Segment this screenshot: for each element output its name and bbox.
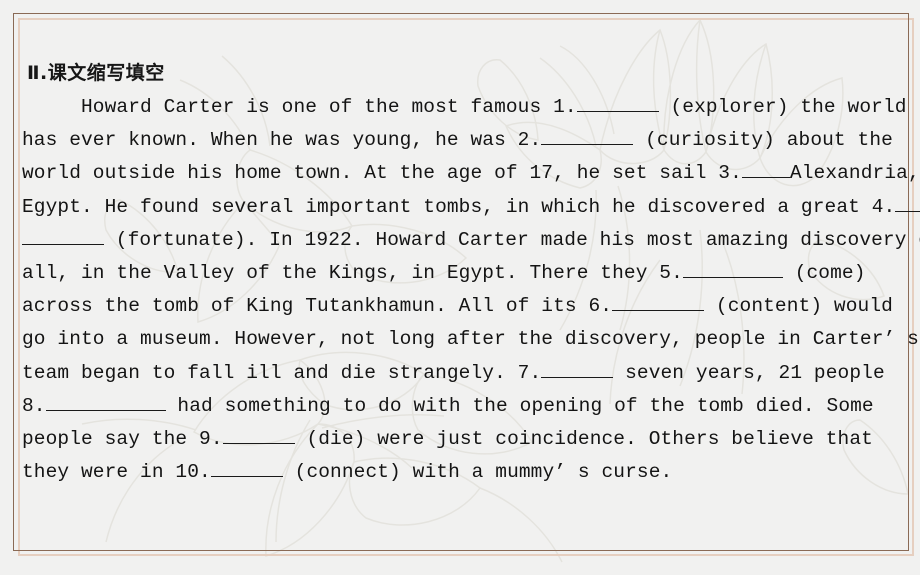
answer-blank[interactable] [612,292,705,312]
answer-blank[interactable] [541,359,614,378]
section-heading: Ⅱ.课文缩写填空 [27,62,165,84]
passage-text: (content) would [704,295,893,318]
passage-text: (die) were just coincidence. Others beli… [294,427,873,450]
passage-text: across the tomb of King Tutankhamun. All… [22,295,613,318]
cloze-passage: Howard Carter is one of the most famous … [22,91,920,489]
passage-text: team began to fall ill and die strangely… [22,361,542,384]
passage-text: (fortunate). In 1922. Howard Carter made… [104,228,920,251]
passage-line: (fortunate). In 1922. Howard Carter made… [22,224,920,257]
answer-blank[interactable] [45,392,166,411]
passage-line: world outside his home town. At the age … [22,157,920,190]
passage-text: people say the 9. [22,427,223,450]
answer-blank[interactable] [741,159,790,179]
passage-text: (curiosity) about the [633,129,893,152]
passage-line: 8. had something to do with the opening … [22,390,898,423]
passage-text: go into a museum. However, not long afte… [22,328,919,351]
answer-blank[interactable] [576,93,659,112]
passage-text: (connect) with a mummy’ s curse. [282,461,673,484]
passage-line: team began to fall ill and die strangely… [22,357,898,390]
passage-text: they were in 10. [22,461,211,484]
passage-text: (explorer) the world [658,96,907,118]
passage-text: has ever known. When he was young, he wa… [22,129,542,152]
answer-blank[interactable] [22,226,104,245]
passage-line: people say the 9. (die) were just coinci… [22,423,898,456]
slide-content: Ⅱ.课文缩写填空 Howard Carter is one of the mos… [22,58,920,489]
passage-text: Egypt. He found several important tombs,… [22,195,896,218]
passage-text: seven years, 21 people [613,361,885,384]
passage-text: 8. [22,394,46,417]
passage-line: across the tomb of King Tutankhamun. All… [22,290,898,323]
answer-blank[interactable] [541,126,634,146]
passage-text: (come) [782,261,866,284]
passage-text: Alexandria, [789,162,920,185]
passage-text: Howard Carter is one of the most famous … [22,96,577,118]
passage-text: all, in the Valley of the Kings, in Egyp… [22,261,683,284]
slide-canvas: Ⅱ.课文缩写填空 Howard Carter is one of the mos… [0,0,920,575]
passage-line: go into a museum. However, not long afte… [22,323,919,356]
answer-blank[interactable] [895,193,920,212]
answer-blank[interactable] [682,259,783,278]
passage-line: Egypt. He found several important tombs,… [22,191,920,224]
answer-blank[interactable] [222,425,295,444]
answer-blank[interactable] [210,458,283,478]
passage-text: world outside his home town. At the age … [22,162,742,185]
passage-text: had something to do with the opening of … [165,394,874,417]
passage-line: Howard Carter is one of the most famous … [22,91,906,124]
passage-line: they were in 10. (connect) with a mummy’… [22,456,898,489]
passage-line: has ever known. When he was young, he wa… [22,124,898,157]
passage-line: all, in the Valley of the Kings, in Egyp… [22,257,898,290]
